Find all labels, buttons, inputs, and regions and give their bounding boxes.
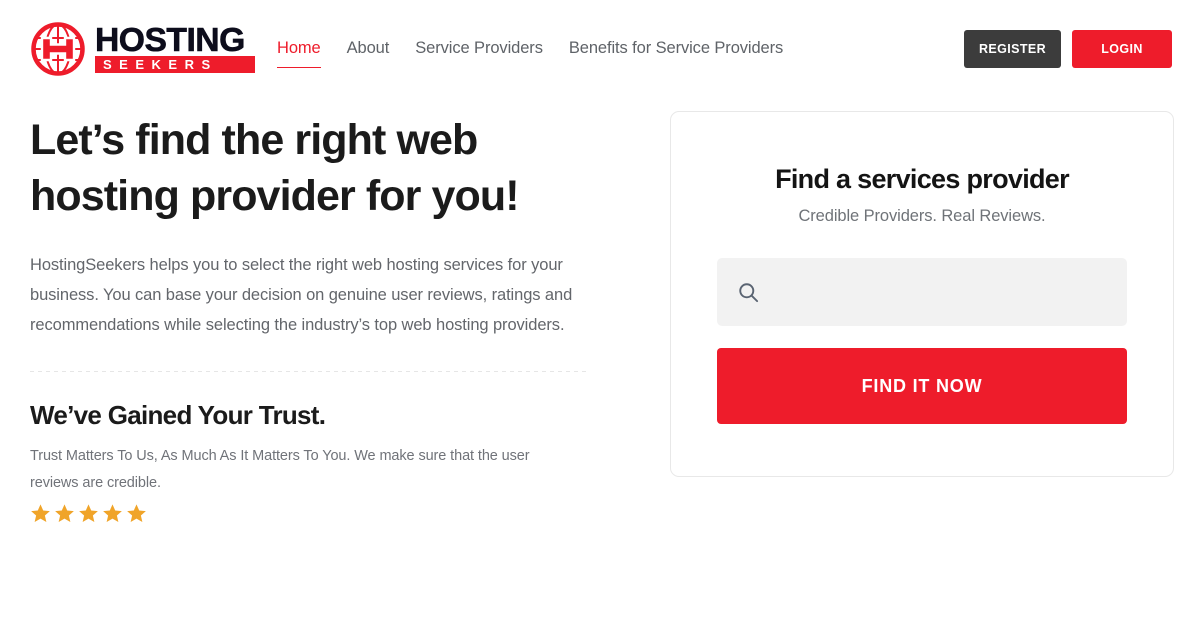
trust-heading: We’ve Gained Your Trust. <box>30 400 326 430</box>
main-nav: Home About Service Providers Benefits fo… <box>277 39 783 68</box>
nav-item-benefits-for-service-providers[interactable]: Benefits for Service Providers <box>569 39 783 58</box>
login-button[interactable]: LOGIN <box>1072 29 1172 68</box>
header-actions: REGISTER LOGIN <box>964 29 1172 68</box>
hero-left-column: Let’s find the right web hosting provide… <box>30 112 595 524</box>
card-subtitle: Credible Providers. Real Reviews. <box>798 207 1046 225</box>
globe-h-icon <box>31 21 85 76</box>
find-provider-card: Find a services provider Credible Provid… <box>670 111 1174 477</box>
search-input[interactable] <box>770 258 1107 326</box>
register-button[interactable]: REGISTER <box>964 29 1061 68</box>
brand-name-secondary: SEEKERS <box>95 55 255 73</box>
star-icon <box>127 504 146 522</box>
nav-item-home[interactable]: Home <box>277 39 321 68</box>
hero-headline-line-2: hosting provider for you! <box>30 172 520 220</box>
site-header: HOSTING SEEKERS Home About Service Provi… <box>0 0 1200 97</box>
star-icon <box>103 504 122 522</box>
search-icon <box>739 282 759 302</box>
brand-logo[interactable]: HOSTING SEEKERS <box>30 21 255 77</box>
trust-rating-stars <box>30 503 595 524</box>
brand-wordmark: HOSTING SEEKERS <box>95 20 255 73</box>
page-root: HOSTING SEEKERS Home About Service Provi… <box>0 0 1200 627</box>
nav-item-service-providers[interactable]: Service Providers <box>415 39 543 58</box>
hero-headline-line-1: Let’s find the right web <box>30 116 478 164</box>
trust-subtext: Trust Matters To Us, As Much As It Matte… <box>30 448 530 491</box>
hero-paragraph: HostingSeekers helps you to select the r… <box>30 256 573 334</box>
brand-name-primary: HOSTING <box>95 20 246 58</box>
star-icon <box>31 504 50 522</box>
card-title: Find a services provider <box>775 164 1070 194</box>
star-icon <box>55 504 74 522</box>
nav-item-about[interactable]: About <box>347 39 390 58</box>
hero-headline: Let’s find the right web hosting provide… <box>30 112 595 224</box>
star-icon <box>79 504 98 522</box>
search-field-wrapper[interactable] <box>717 258 1127 326</box>
section-divider <box>30 371 590 372</box>
find-it-now-button[interactable]: FIND IT NOW <box>717 348 1127 424</box>
